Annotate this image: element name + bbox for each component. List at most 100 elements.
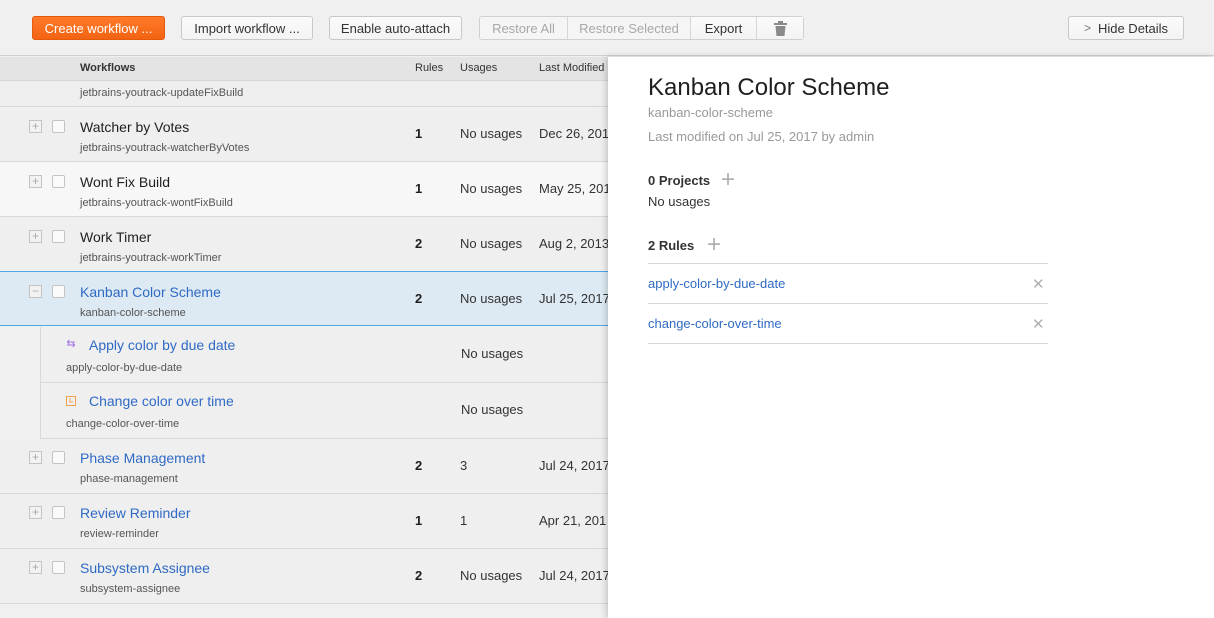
column-header-rules[interactable]: Rules [415, 62, 443, 74]
rules-count: 2 [415, 236, 423, 251]
workflow-id: phase-management [80, 473, 178, 485]
workflow-id: jetbrains-youtrack-workTimer [80, 252, 222, 264]
usages-value: 3 [460, 458, 468, 473]
usages-value: No usages [460, 126, 523, 141]
rules-count: 2 [415, 568, 423, 583]
workflow-id: jetbrains-youtrack-updateFixBuild [80, 87, 244, 99]
table-row-partial[interactable]: jetbrains-youtrack-updateFixBuild [0, 82, 608, 107]
table-row[interactable]: + Wont Fix Build jetbrains-youtrack-wont… [0, 162, 611, 217]
rules-count: 1 [415, 181, 423, 196]
on-schedule-rule-icon [66, 396, 76, 406]
rules-count: 2 [415, 458, 423, 473]
workflow-title[interactable]: Phase Management [80, 450, 205, 466]
on-change-rule-icon: ⇆ [66, 338, 76, 350]
usages-value: No usages [460, 291, 523, 306]
expand-icon[interactable]: + [29, 230, 42, 243]
import-workflow-button[interactable]: Import workflow ... [181, 16, 313, 40]
row-checkbox[interactable] [52, 120, 65, 133]
add-rule-icon[interactable]: + [707, 233, 721, 257]
delete-button[interactable] [757, 17, 803, 39]
last-modified: Jul 24, 2017 [539, 568, 610, 583]
usages-value: No usages [460, 568, 523, 583]
trash-icon [773, 20, 787, 36]
divider [648, 303, 1048, 304]
create-workflow-button[interactable]: Create workflow ... [32, 16, 165, 40]
hide-details-button[interactable]: > Hide Details [1068, 16, 1184, 40]
divider [648, 263, 1048, 264]
row-checkbox[interactable] [52, 285, 65, 298]
workflow-id: jetbrains-youtrack-watcherByVotes [80, 142, 250, 154]
rule-link[interactable]: apply-color-by-due-date [648, 276, 785, 291]
table-row-selected[interactable]: − Kanban Color Scheme kanban-color-schem… [0, 271, 610, 326]
collapse-icon[interactable]: − [29, 285, 42, 298]
add-project-icon[interactable]: + [721, 168, 735, 192]
workflow-id: review-reminder [80, 528, 159, 540]
column-header-last-modified[interactable]: Last Modified [539, 62, 604, 74]
rule-row[interactable]: ⇆ Apply color by due date apply-color-by… [40, 327, 608, 383]
last-modified: Jul 24, 2017 [539, 458, 610, 473]
workflow-title[interactable]: Kanban Color Scheme [80, 284, 221, 300]
projects-empty: No usages [648, 194, 711, 209]
usages-value: No usages [461, 402, 524, 417]
row-checkbox[interactable] [52, 561, 65, 574]
usages-value: No usages [461, 346, 524, 361]
expand-icon[interactable]: + [29, 561, 42, 574]
workflow-title[interactable]: Review Reminder [80, 505, 190, 521]
workflow-id: jetbrains-youtrack-wontFixBuild [80, 197, 233, 209]
column-header-workflows[interactable]: Workflows [80, 62, 135, 74]
workflow-title[interactable]: Watcher by Votes [80, 119, 189, 135]
rules-count: 2 [415, 291, 423, 306]
last-modified: Dec 26, 201 [539, 126, 610, 141]
table-row[interactable]: + Phase Management phase-management 2 3 … [0, 439, 610, 494]
rules-count: 1 [415, 126, 423, 141]
expand-icon[interactable]: + [29, 175, 42, 188]
rule-link[interactable]: change-color-over-time [648, 316, 782, 331]
details-panel: Kanban Color Scheme kanban-color-scheme … [608, 57, 1214, 618]
rule-title[interactable]: Apply color by due date [89, 337, 235, 353]
expand-icon[interactable]: + [29, 120, 42, 133]
projects-label: 0 Projects [648, 173, 711, 188]
usages-value: No usages [460, 236, 523, 251]
hide-details-label: Hide Details [1097, 20, 1169, 36]
last-modified: Apr 21, 201 [539, 513, 607, 528]
rule-row[interactable]: Change color over time change-color-over… [40, 383, 608, 439]
table-row[interactable]: + Work Timer jetbrains-youtrack-workTime… [0, 217, 609, 272]
workflow-id: subsystem-assignee [80, 583, 181, 595]
details-title: Kanban Color Scheme [648, 74, 890, 101]
row-checkbox[interactable] [52, 451, 65, 464]
remove-rule-icon[interactable]: ✕ [1032, 315, 1045, 333]
remove-rule-icon[interactable]: ✕ [1032, 275, 1045, 293]
details-id: kanban-color-scheme [648, 105, 774, 120]
rules-label: 2 Rules [648, 238, 695, 253]
workflow-id: kanban-color-scheme [80, 307, 186, 319]
usages-value: No usages [460, 181, 523, 196]
workflow-title[interactable]: Work Timer [80, 229, 151, 245]
column-header-usages[interactable]: Usages [460, 62, 497, 74]
rule-title[interactable]: Change color over time [89, 393, 234, 409]
expand-icon[interactable]: + [29, 506, 42, 519]
restore-all-button[interactable]: Restore All [480, 17, 568, 39]
restore-selected-button[interactable]: Restore Selected [568, 17, 691, 39]
workflow-title[interactable]: Subsystem Assignee [80, 560, 210, 576]
row-checkbox[interactable] [52, 230, 65, 243]
table-header: Workflows Rules Usages Last Modified [0, 57, 608, 81]
row-checkbox[interactable] [52, 175, 65, 188]
details-last-modified: Last modified on Jul 25, 2017 by admin [648, 129, 875, 144]
toolbar: Create workflow ... Import workflow ... … [0, 0, 1214, 56]
table-row[interactable]: + Watcher by Votes jetbrains-youtrack-wa… [0, 107, 610, 162]
expand-icon[interactable]: + [29, 451, 42, 464]
action-button-group: Restore All Restore Selected Export [479, 16, 804, 40]
rule-id: change-color-over-time [66, 418, 180, 430]
table-row[interactable]: + Subsystem Assignee subsystem-assignee … [0, 549, 610, 604]
export-button[interactable]: Export [691, 17, 757, 39]
chevron-right-icon: > [1083, 21, 1091, 35]
last-modified: Jul 25, 2017 [539, 291, 610, 306]
table-row[interactable]: + Review Reminder review-reminder 1 1 Ap… [0, 494, 608, 549]
rules-count: 1 [415, 513, 423, 528]
usages-value: 1 [460, 513, 468, 528]
divider [648, 343, 1048, 344]
rule-id: apply-color-by-due-date [66, 362, 183, 374]
enable-auto-attach-button[interactable]: Enable auto-attach [329, 16, 462, 40]
workflow-title[interactable]: Wont Fix Build [80, 174, 170, 190]
row-checkbox[interactable] [52, 506, 65, 519]
